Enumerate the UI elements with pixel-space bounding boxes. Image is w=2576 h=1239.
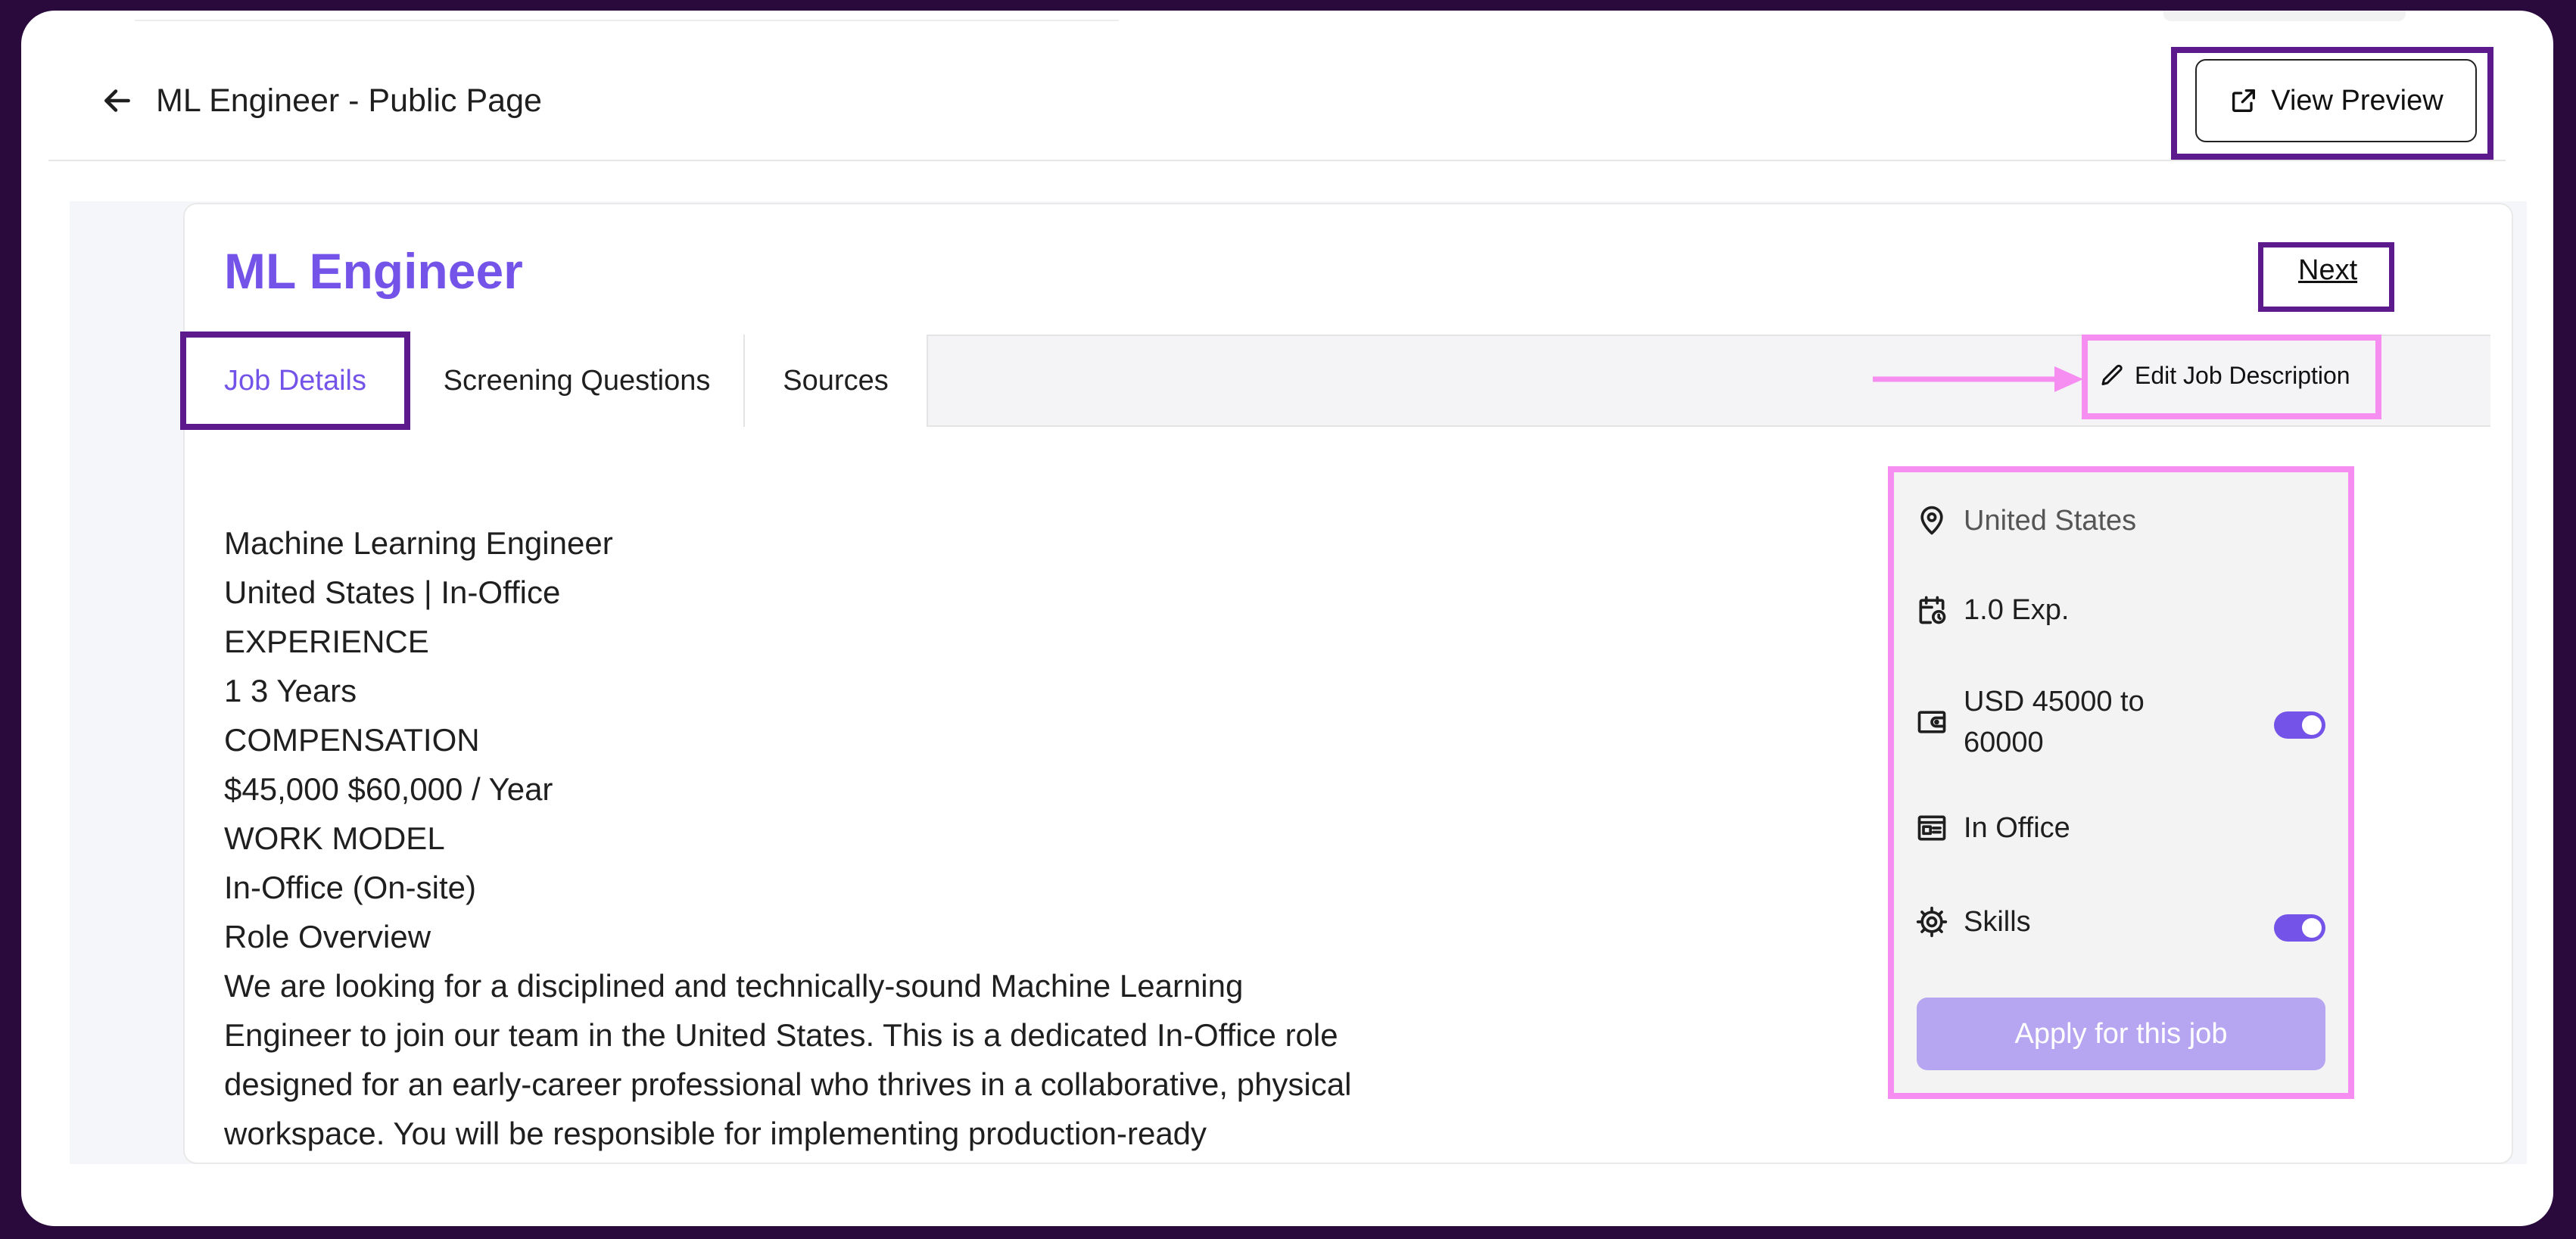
next-link[interactable]: Next <box>2298 254 2357 287</box>
edit-job-description-button[interactable]: Edit Job Description <box>2098 362 2350 390</box>
tab-screening-questions[interactable]: Screening Questions <box>410 335 745 427</box>
work-model-text: In Office <box>1964 811 2070 844</box>
desc-line: United States | In-Office <box>224 574 561 610</box>
desc-line: Role Overview <box>224 919 431 954</box>
skills-text: Skills <box>1964 905 2031 938</box>
desc-line: EXPERIENCE <box>224 624 429 659</box>
skills-visibility-toggle[interactable] <box>2274 914 2325 942</box>
salary-item: USD 45000 to 60000 <box>1915 681 2145 763</box>
calendar-clock-icon <box>1919 596 1946 624</box>
tab-job-details[interactable]: Job Details <box>180 332 410 430</box>
desc-line: WORK MODEL <box>224 820 445 856</box>
desc-line: Machine Learning Engineer <box>224 525 613 561</box>
edit-job-description-label: Edit Job Description <box>2135 362 2350 389</box>
page-title: ML Engineer - Public Page <box>156 82 542 119</box>
job-description: Machine Learning Engineer United States … <box>224 518 1375 1158</box>
skills-item: Skills <box>1915 905 2031 939</box>
salary-text-line1: USD 45000 to <box>1964 686 2145 718</box>
apply-job-button[interactable]: Apply for this job <box>1917 998 2325 1070</box>
pencil-icon <box>2101 364 2123 385</box>
office-id-icon <box>1917 815 1946 841</box>
role-overview-text: We are looking for a disciplined and tec… <box>224 968 1352 1151</box>
gear-icon <box>1916 906 1948 938</box>
desc-line: COMPENSATION <box>224 722 480 758</box>
wallet-icon <box>1917 711 1946 733</box>
desc-line: $45,000 $60,000 / Year <box>224 771 553 807</box>
experience-item: 1.0 Exp. <box>1915 593 2069 627</box>
job-title: ML Engineer <box>224 243 523 299</box>
location-text: United States <box>1964 504 2137 537</box>
top-tab-shadow <box>2163 11 2406 21</box>
view-preview-button[interactable]: View Preview <box>2195 59 2477 142</box>
salary-visibility-toggle[interactable] <box>2274 711 2325 739</box>
arrow-left-icon <box>104 89 130 112</box>
external-link-icon <box>2232 89 2256 112</box>
desc-line: 1 3 Years <box>224 673 357 708</box>
annotation-arrow <box>1873 366 2083 392</box>
map-pin-icon <box>1920 506 1943 535</box>
location-item: United States <box>1915 504 2136 537</box>
back-button[interactable]: ML Engineer - Public Page <box>98 82 542 120</box>
view-preview-label: View Preview <box>2271 84 2444 117</box>
work-model-item: In Office <box>1915 811 2070 845</box>
salary-text-line2: 60000 <box>1964 727 2044 758</box>
experience-text: 1.0 Exp. <box>1964 593 2070 626</box>
tab-sources[interactable]: Sources <box>745 335 928 427</box>
top-divider <box>135 20 1119 21</box>
desc-line: In-Office (On-site) <box>224 870 476 905</box>
